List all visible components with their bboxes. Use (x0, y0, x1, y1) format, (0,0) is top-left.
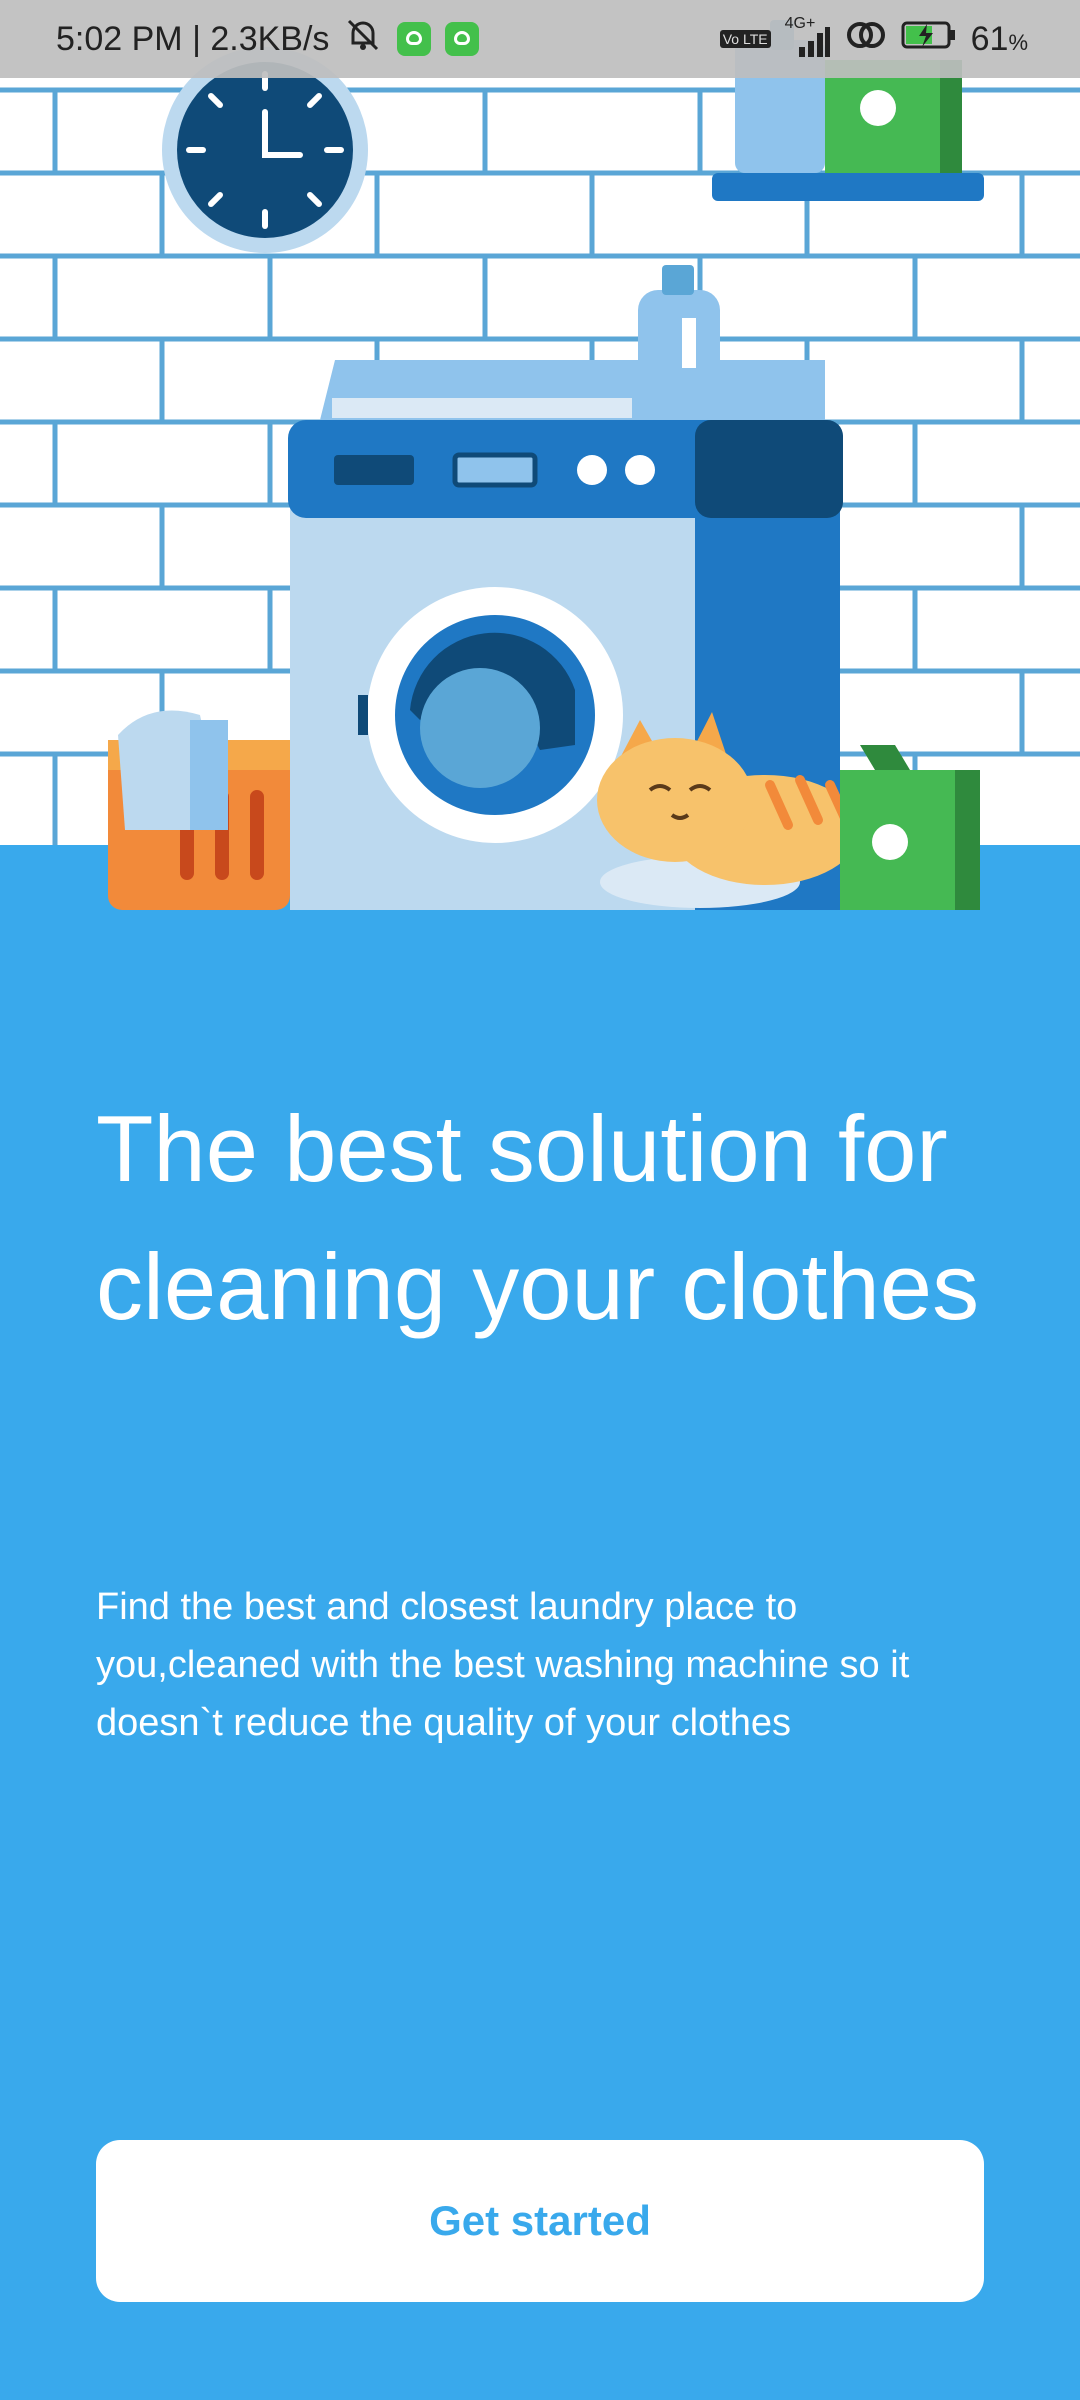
laundry-basket (108, 710, 290, 910)
status-bar-left: 5:02 PM | 2.3KB/s (56, 15, 480, 64)
status-bar-right: Vo LTE 4G+ 61% (719, 15, 1028, 61)
hotspot-icon (845, 18, 887, 61)
signal-icon: 4G+ (785, 15, 831, 59)
laundry-illustration (0, 0, 1080, 910)
status-bar: 5:02 PM | 2.3KB/s Vo LTE 4G+ 61% (0, 0, 1080, 78)
get-started-button[interactable]: Get started (96, 2140, 984, 2302)
onboarding-headline: The best solution for cleaning your clot… (96, 1096, 980, 1339)
battery-charging-icon (901, 20, 957, 59)
volte-icon: Vo LTE (719, 30, 771, 48)
app-icon (397, 22, 432, 56)
status-time-speed: 5:02 PM | 2.3KB/s (56, 19, 330, 58)
app-icon (445, 22, 480, 56)
onboarding-description: Find the best and closest laundry place … (96, 1586, 910, 1744)
mute-icon (343, 15, 383, 64)
battery-percentage: 61% (970, 19, 1028, 58)
